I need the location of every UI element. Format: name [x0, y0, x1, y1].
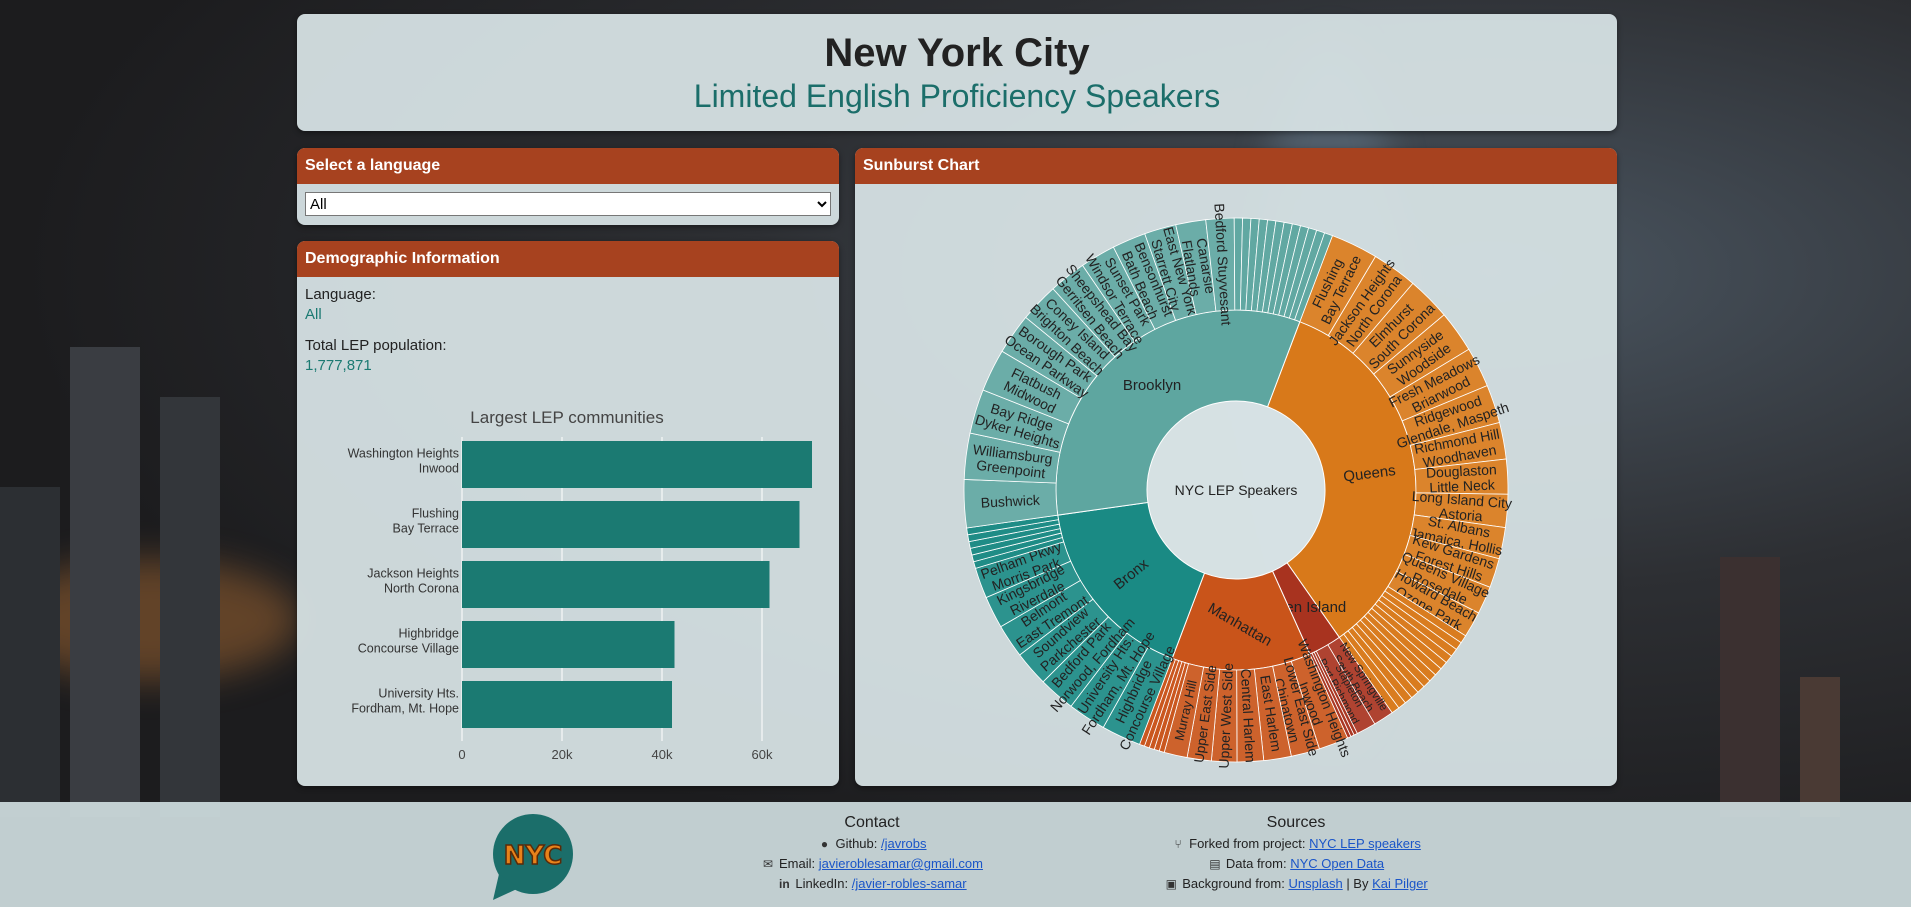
forked-link[interactable]: NYC LEP speakers [1309, 836, 1421, 851]
bar-category-label: Highbridge [399, 627, 460, 641]
bar-category-label: Concourse Village [358, 642, 459, 656]
data-link[interactable]: NYC Open Data [1290, 856, 1384, 871]
github-icon: ● [820, 837, 829, 851]
bar-category-label: Jackson Heights [367, 567, 459, 581]
demographic-card: Demographic Information Language: All To… [297, 241, 839, 786]
github-link[interactable]: /javrobs [881, 836, 927, 851]
author-link[interactable]: Kai Pilger [1372, 876, 1428, 891]
email-link[interactable]: javieroblesamar@gmail.com [819, 856, 983, 871]
sunburst-chart: NYC LEP SpeakersQueensFlushingBay Terrac… [963, 203, 1513, 769]
sunburst-card: Sunburst Chart NYC LEP Speakers Queens Flu… [855, 148, 1617, 786]
bar-category-label: Bay Terrace [393, 522, 460, 536]
unsplash-link[interactable]: Unsplash [1288, 876, 1342, 891]
sunburst-root-label: NYC LEP Speakers [1175, 482, 1298, 498]
email-label: Email: [779, 856, 816, 871]
title-card: New York City Limited English Proficienc… [297, 14, 1617, 131]
contact-section: Contact ● Github: /javrobs ✉ Email: javier… [722, 814, 1022, 894]
bar-category-label: Inwood [419, 462, 459, 476]
file-icon: ▤ [1209, 857, 1221, 871]
bar-category-label: Flushing [412, 507, 459, 521]
bar[interactable] [462, 441, 812, 488]
bg-label: Background from: [1182, 876, 1285, 891]
x-tick-label: 40k [652, 747, 673, 762]
population-value: 1,777,871 [305, 357, 372, 374]
linkedin-link[interactable]: /javier-robles-samar [852, 876, 967, 891]
email-icon: ✉ [762, 857, 774, 871]
language-value: All [305, 306, 322, 323]
github-label: Github: [835, 836, 878, 851]
bar-category-label: Washington Heights [348, 447, 459, 461]
sunburst-borough-label: Brooklyn [1123, 377, 1181, 394]
bar-category-label: North Corona [384, 582, 459, 596]
nyc-logo: NYC [489, 812, 577, 900]
contact-title: Contact [844, 814, 900, 831]
lep-communities-bar-chart: Largest LEP communities 0 20k 40k 60k Washing… [348, 408, 812, 762]
linkedin-icon: in [779, 877, 790, 891]
image-icon: ▣ [1165, 877, 1177, 891]
fork-icon: ⑂ [1174, 837, 1182, 851]
logo-text: NYC [504, 841, 563, 871]
bar-chart-title: Largest LEP communities [470, 408, 663, 427]
forked-label: Forked from project: [1189, 836, 1306, 851]
bar[interactable] [462, 561, 770, 608]
x-tick-label: 60k [752, 747, 773, 762]
bar[interactable] [462, 681, 672, 728]
by-separator: | By [1346, 876, 1369, 891]
demographic-title: Demographic Information [297, 241, 839, 277]
bar[interactable] [462, 621, 675, 668]
language-label: Language: [305, 286, 376, 303]
footer: NYC Contact ● Github: /javrobs ✉ Email: ja… [0, 802, 1911, 907]
bar-category-label: University Hts. [378, 687, 459, 701]
sunburst-neighborhood-label: Bushwick [980, 492, 1041, 511]
population-label: Total LEP population: [305, 337, 447, 354]
language-select[interactable]: All [305, 192, 831, 216]
x-tick-label: 20k [552, 747, 573, 762]
sources-section: Sources ⑂ Forked from project: NYC LEP sp… [1146, 814, 1446, 894]
linkedin-label: LinkedIn: [795, 876, 849, 891]
language-select-card: Select a language All [297, 148, 839, 225]
data-label: Data from: [1225, 856, 1287, 871]
bar-category-label: Fordham, Mt. Hope [351, 702, 459, 716]
page-subtitle: Limited English Proficiency Speakers [693, 78, 1221, 114]
bar[interactable] [462, 501, 800, 548]
page-title: New York City [824, 31, 1090, 75]
language-select-title: Select a language [297, 148, 839, 184]
sources-title: Sources [1266, 814, 1326, 831]
sunburst-title: Sunburst Chart [855, 148, 1617, 184]
x-tick-label: 0 [458, 747, 465, 762]
